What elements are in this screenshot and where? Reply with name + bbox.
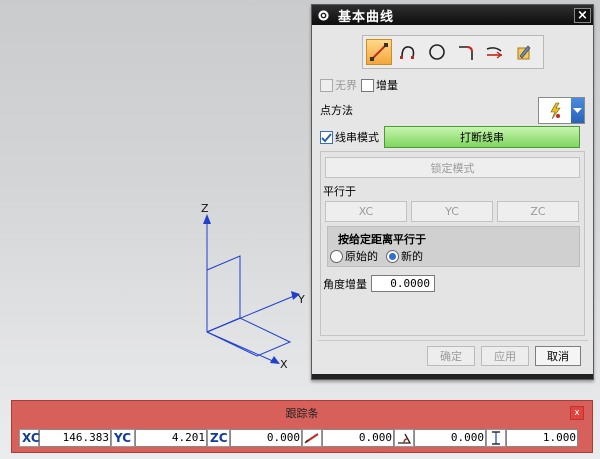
original-label: 原始的: [345, 250, 378, 263]
footer-divider: [318, 340, 588, 341]
apply-button[interactable]: 应用: [481, 346, 529, 366]
new-radio[interactable]: [386, 249, 399, 263]
tracking-fields: XC 146.383 YC 4.201 ZC 0.000 0.000 0.000…: [19, 428, 578, 447]
offset-parallel-label: 按给定距离平行于: [338, 233, 426, 246]
dialog-title: 基本曲线: [338, 9, 395, 25]
dialog-bottom-bar: [312, 374, 593, 379]
zc-field[interactable]: 0.000: [230, 428, 302, 447]
angle-increment-input[interactable]: 0.0000: [371, 275, 435, 292]
ok-button[interactable]: 确定: [427, 346, 475, 366]
wcs-triad: Z X Y: [201, 202, 305, 371]
incremental-checkbox[interactable]: [361, 78, 374, 92]
lock-mode-button[interactable]: 锁定模式: [325, 157, 580, 178]
chevron-down-icon[interactable]: [571, 98, 584, 123]
angle-icon: [394, 428, 414, 447]
angle-field[interactable]: 0.000: [414, 428, 486, 447]
length-icon: [302, 428, 322, 447]
original-radio[interactable]: [330, 249, 343, 263]
z-arrow-icon: [203, 214, 211, 224]
parallel-xc-button[interactable]: XC: [325, 201, 407, 222]
parallel-to-label: 平行于: [323, 185, 356, 198]
xc-field[interactable]: 146.383: [39, 428, 111, 447]
yc-field[interactable]: 4.201: [135, 428, 207, 447]
line-tool-icon[interactable]: [366, 39, 392, 65]
tracking-bar-title: 跟踪条: [285, 407, 319, 420]
triad-y-label: Y: [297, 293, 305, 306]
zc-label: ZC: [207, 428, 230, 447]
length-field[interactable]: 0.000: [322, 428, 394, 447]
yc-label: YC: [111, 428, 135, 447]
parallel-zc-button[interactable]: ZC: [497, 201, 579, 222]
fillet-tool-icon[interactable]: [453, 39, 479, 65]
options-row: 无界 增量: [320, 77, 398, 93]
arc-tool-icon[interactable]: [395, 39, 421, 65]
edit-parameter-tool-icon[interactable]: [511, 39, 537, 65]
offset-icon: [486, 428, 506, 447]
close-button[interactable]: ×: [574, 7, 591, 23]
xc-label: XC: [19, 428, 40, 447]
triad-x-label: X: [280, 358, 288, 371]
triad-x-axis: [206, 331, 276, 363]
dialog-titlebar: 基本曲线 ×: [312, 5, 593, 25]
inferred-point-icon: [539, 98, 571, 123]
tracking-bar: 跟踪条 x XC 146.383 YC 4.201 ZC 0.000 0.000…: [11, 400, 593, 453]
parallel-yc-button[interactable]: YC: [411, 201, 493, 222]
curve-type-toolbar: [362, 35, 544, 69]
cancel-button[interactable]: 取消: [535, 346, 581, 366]
tracking-bar-close-button[interactable]: x: [570, 406, 584, 420]
trim-tool-icon[interactable]: [482, 39, 508, 65]
circle-tool-icon[interactable]: [424, 39, 450, 65]
gear-icon[interactable]: [316, 8, 330, 22]
break-string-button[interactable]: 打断线串: [384, 126, 580, 148]
unbounded-checkbox[interactable]: [320, 78, 333, 92]
offset-field[interactable]: 1.000: [506, 428, 578, 447]
incremental-label: 增量: [376, 79, 398, 92]
new-label: 新的: [401, 250, 423, 263]
string-mode-checkbox[interactable]: [320, 130, 333, 144]
unbounded-label: 无界: [335, 79, 357, 92]
angle-increment-label: 角度增量: [323, 277, 367, 291]
basic-curves-dialog: 基本曲线 × 无界 增量 点方法 线串模式 打断线串 锁定模式 平行于 XC Y…: [311, 4, 594, 380]
lock-mode-group: 锁定模式 平行于 XC YC ZC 按给定距离平行于 原始的 新的 角度增量 0…: [320, 151, 585, 336]
triad-z-label: Z: [201, 202, 209, 215]
string-mode-label: 线串模式: [335, 131, 379, 144]
triad-y-axis: [206, 295, 295, 333]
offset-parallel-group: 按给定距离平行于 原始的 新的: [327, 226, 580, 267]
point-method-dropdown[interactable]: [538, 97, 585, 124]
point-method-label: 点方法: [320, 104, 353, 117]
